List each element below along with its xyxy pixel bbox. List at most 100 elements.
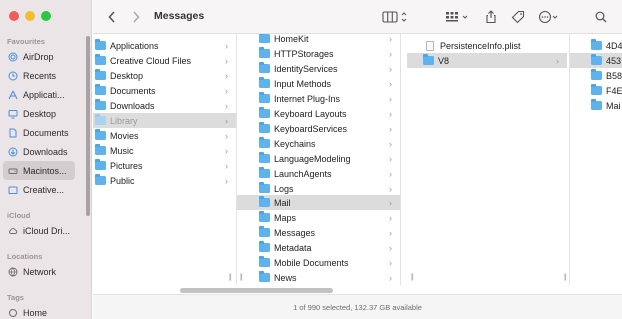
list-item[interactable]: LaunchAgents › [237, 166, 400, 181]
sidebar-item-macintosh-hd[interactable]: Macintos... [3, 161, 75, 180]
toolbar: Messages [93, 0, 622, 34]
list-item[interactable]: LanguageModeling › [237, 151, 400, 166]
list-item[interactable]: F4E [570, 83, 622, 98]
sidebar-item-recents[interactable]: Recents [3, 66, 75, 85]
sidebar-section-locations: Locations [7, 252, 43, 261]
item-label: Metadata [274, 242, 312, 253]
list-item[interactable]: Pictures › [93, 158, 236, 173]
list-item[interactable]: Documents › [93, 83, 236, 98]
list-item[interactable]: Logs › [237, 181, 400, 196]
item-label: Public [110, 175, 135, 186]
forward-button[interactable] [129, 8, 143, 26]
list-item[interactable]: HTTPStorages › [237, 46, 400, 61]
column-resize-handle[interactable]: || [411, 274, 413, 281]
list-item[interactable]: Keyboard Layouts › [237, 106, 400, 121]
minimize-window-button[interactable] [25, 11, 35, 21]
list-item[interactable]: Public › [93, 173, 236, 188]
chevron-right-icon: › [225, 145, 228, 156]
search-button[interactable] [593, 8, 609, 26]
list-item[interactable]: KeyboardServices › [237, 121, 400, 136]
folder-icon [95, 54, 106, 65]
item-label: Creative Cloud Files [110, 55, 192, 66]
close-window-button[interactable] [9, 11, 19, 21]
sidebar-item-documents[interactable]: Documents [3, 123, 75, 142]
item-label: KeyboardServices [274, 123, 348, 134]
list-item[interactable]: Mobile Documents › [237, 255, 400, 270]
list-item[interactable]: Metadata › [237, 240, 400, 255]
sidebar-section-tags: Tags [7, 293, 24, 302]
sidebar-item-network[interactable]: Network [3, 262, 75, 281]
list-item[interactable]: Downloads › [93, 98, 236, 113]
grid-view-icon [446, 12, 468, 22]
column-resize-handle[interactable]: || [240, 274, 242, 281]
column-resize-handle[interactable]: || [229, 274, 231, 281]
chevron-right-icon: › [389, 227, 392, 238]
item-label: PersistenceInfo.plist [440, 40, 521, 51]
folder-icon [259, 167, 270, 178]
group-button[interactable] [445, 8, 471, 26]
folder-icon [95, 69, 106, 80]
folder-icon [591, 69, 602, 80]
list-item[interactable]: Applications › [93, 38, 236, 53]
sidebar-item-airdrop[interactable]: AirDrop [3, 47, 75, 66]
list-item[interactable]: Desktop › [93, 68, 236, 83]
chevron-right-icon: › [389, 183, 392, 194]
horizontal-scrollbar[interactable] [180, 288, 333, 293]
item-label: V8 [438, 55, 450, 66]
list-item[interactable]: Movies › [93, 128, 236, 143]
list-item[interactable]: Internet Plug-Ins › [237, 91, 400, 106]
list-item[interactable]: 4D4 [570, 38, 622, 53]
folder-icon [259, 271, 270, 282]
tag-button[interactable] [509, 8, 527, 26]
list-item[interactable]: Input Methods › [237, 76, 400, 91]
list-item[interactable]: HomeKit › [237, 34, 400, 46]
list-item[interactable]: B58 [570, 68, 622, 83]
sidebar-item-creative-cloud[interactable]: Creative... [3, 180, 75, 199]
item-label: Input Methods [274, 78, 332, 89]
list-item-selected[interactable]: V8 › [407, 53, 567, 68]
status-bar: 1 of 990 selected, 132.37 GB available [93, 294, 622, 319]
share-button[interactable] [483, 8, 499, 26]
sidebar-item-tag-home[interactable]: Home [3, 303, 75, 319]
back-button[interactable] [105, 8, 119, 26]
sidebar-item-icloud-drive[interactable]: iCloud Dri... [3, 221, 75, 240]
list-item[interactable]: IdentityServices › [237, 61, 400, 76]
sidebar-item-label: AirDrop [23, 51, 54, 62]
zoom-window-button[interactable] [41, 11, 51, 21]
list-item[interactable]: Keychains › [237, 136, 400, 151]
list-item[interactable]: PersistenceInfo.plist [401, 38, 569, 53]
window-controls [9, 11, 51, 21]
list-item-selected[interactable]: Mail › [237, 195, 400, 210]
window-title: Messages [154, 10, 205, 22]
sidebar: Favourites AirDrop Recents Applicati... … [0, 0, 92, 319]
chevron-right-icon [133, 11, 140, 23]
list-item-selected[interactable]: 453 [570, 53, 622, 68]
list-item[interactable]: Creative Cloud Files › [93, 53, 236, 68]
sidebar-item-applications[interactable]: Applicati... [3, 85, 75, 104]
chevron-right-icon: › [389, 242, 392, 253]
list-item[interactable]: Messages › [237, 225, 400, 240]
list-item[interactable]: Mai [570, 98, 622, 113]
item-label: Logs [274, 183, 294, 194]
folder-icon [95, 99, 106, 110]
list-item[interactable]: Music › [93, 143, 236, 158]
sidebar-scrollbar[interactable] [86, 36, 90, 216]
chevron-right-icon: › [225, 160, 228, 171]
column-resize-handle[interactable]: || [564, 274, 566, 281]
item-label: HomeKit [274, 34, 309, 44]
column-4: 4D4 453 B58 F4E Mai [570, 34, 622, 285]
file-icon [426, 40, 434, 51]
list-item[interactable]: News › [237, 270, 400, 285]
item-label: Maps [274, 212, 297, 223]
sidebar-item-downloads[interactable]: Downloads [3, 142, 75, 161]
list-item-selected[interactable]: Library › [93, 113, 236, 128]
view-options-button[interactable] [381, 8, 411, 26]
chevron-right-icon: › [389, 138, 392, 149]
chevron-right-icon: › [389, 257, 392, 268]
chevron-right-icon: › [389, 197, 392, 208]
item-label: Desktop [110, 70, 144, 81]
more-actions-button[interactable] [537, 8, 563, 26]
folder-icon [95, 39, 106, 50]
sidebar-item-desktop[interactable]: Desktop [3, 104, 75, 123]
list-item[interactable]: Maps › [237, 210, 400, 225]
